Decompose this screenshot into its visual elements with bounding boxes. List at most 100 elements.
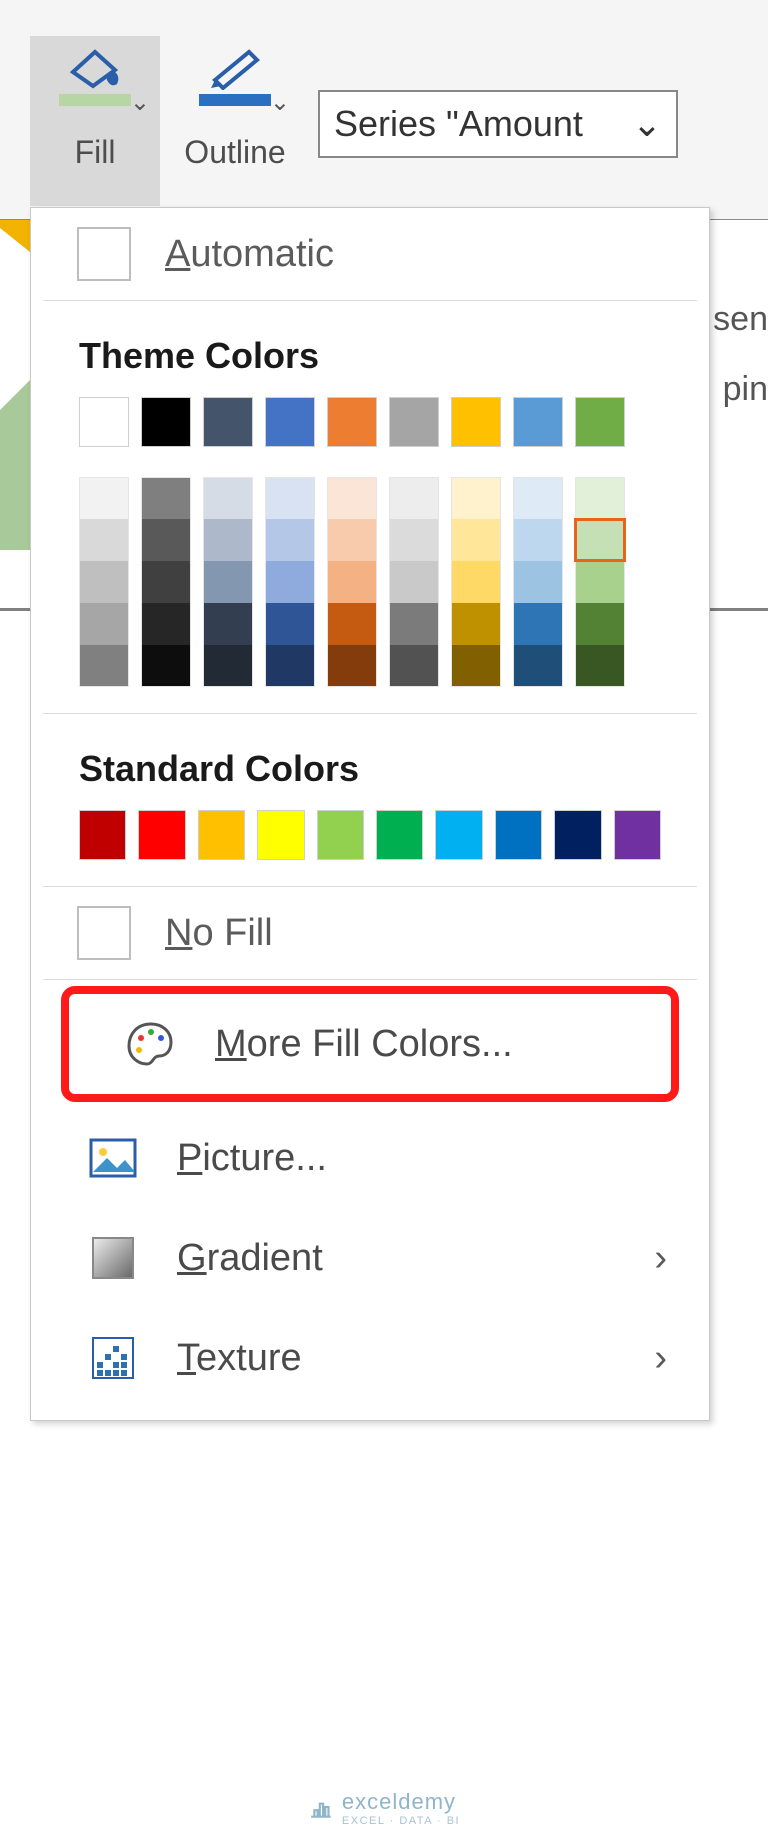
theme-tint-swatch[interactable] [203,645,253,687]
outline-label: Outline [184,134,285,171]
gradient-icon [87,1232,139,1284]
texture-option[interactable]: Texture › [31,1308,709,1408]
theme-tint-swatch[interactable] [265,603,315,645]
no-fill-label: No Fill [165,912,273,955]
theme-tint-swatch[interactable] [141,561,191,603]
outline-button[interactable]: ⌄ Outline [170,36,300,206]
standard-color-swatch[interactable] [554,810,601,860]
separator [43,979,697,980]
standard-color-swatch[interactable] [376,810,423,860]
theme-tint-swatch[interactable] [265,645,315,687]
theme-tint-swatch[interactable] [141,645,191,687]
standard-color-swatch[interactable] [614,810,661,860]
chart-element-value: Series "Amount [334,103,583,145]
fill-dropdown: Automatic Theme Colors Standard Colors N… [30,207,710,1421]
chart-element-select[interactable]: Series "Amount ⌄ [318,90,678,158]
theme-tint-swatch[interactable] [265,561,315,603]
palette-icon [125,1018,177,1070]
theme-color-swatch[interactable] [575,397,625,447]
theme-tint-swatch[interactable] [327,477,377,519]
no-fill-option[interactable]: No Fill [31,887,709,979]
standard-color-swatch[interactable] [257,810,304,860]
theme-color-swatch[interactable] [513,397,563,447]
outline-pen-icon [199,46,271,106]
theme-tint-swatch[interactable] [203,477,253,519]
theme-tint-swatch[interactable] [575,561,625,603]
theme-tint-swatch[interactable] [327,603,377,645]
theme-tint-swatch[interactable] [389,561,439,603]
theme-color-swatch[interactable] [327,397,377,447]
gradient-option[interactable]: Gradient › [31,1208,709,1308]
theme-color-swatch[interactable] [79,397,129,447]
texture-icon [87,1332,139,1384]
standard-color-swatch[interactable] [495,810,542,860]
theme-tint-swatch[interactable] [265,477,315,519]
theme-tint-swatch[interactable] [575,645,625,687]
theme-tint-swatch[interactable] [575,603,625,645]
theme-tint-swatch[interactable] [389,645,439,687]
theme-tint-swatch[interactable] [203,603,253,645]
bg-text-1: sen [713,300,768,339]
theme-tint-swatch[interactable] [451,477,501,519]
theme-tint-swatch[interactable] [575,477,625,519]
standard-color-swatch[interactable] [435,810,482,860]
fill-bucket-icon [59,46,131,106]
theme-tint-swatch[interactable] [79,561,129,603]
no-fill-swatch [77,906,131,960]
theme-tint-swatch[interactable] [513,519,563,561]
picture-option[interactable]: Picture... [31,1108,709,1208]
theme-tint-swatch[interactable] [389,519,439,561]
standard-color-swatch[interactable] [317,810,364,860]
picture-label: Picture... [177,1137,327,1180]
theme-tint-swatch[interactable] [265,519,315,561]
theme-tint-swatch[interactable] [79,519,129,561]
theme-tint-swatch[interactable] [451,561,501,603]
theme-tint-swatch[interactable] [451,645,501,687]
theme-tint-swatch[interactable] [575,519,625,561]
theme-color-swatch[interactable] [265,397,315,447]
theme-tint-swatch[interactable] [451,519,501,561]
bg-text-2: pin [723,370,768,409]
theme-tint-swatch[interactable] [79,477,129,519]
automatic-option[interactable]: Automatic [31,208,709,300]
more-fill-colors-option[interactable]: More Fill Colors... [69,994,671,1094]
theme-tint-swatch[interactable] [389,603,439,645]
theme-tint-swatch[interactable] [79,603,129,645]
automatic-swatch [77,227,131,281]
standard-color-swatch[interactable] [79,810,126,860]
standard-colors-row [31,810,709,860]
theme-tint-swatch[interactable] [203,561,253,603]
theme-tint-swatch[interactable] [79,645,129,687]
chevron-right-icon: › [654,1237,667,1280]
theme-tint-swatch[interactable] [141,519,191,561]
picture-icon [87,1132,139,1184]
theme-tint-swatch[interactable] [513,561,563,603]
theme-tint-swatch[interactable] [513,645,563,687]
theme-tints-grid [31,477,709,713]
standard-color-swatch[interactable] [198,810,245,860]
theme-tint-swatch[interactable] [327,561,377,603]
theme-color-swatch[interactable] [451,397,501,447]
theme-tint-swatch[interactable] [203,519,253,561]
theme-tint-swatch[interactable] [389,477,439,519]
theme-tint-swatch[interactable] [513,477,563,519]
theme-tint-swatch[interactable] [327,645,377,687]
theme-color-swatch[interactable] [389,397,439,447]
theme-tint-swatch[interactable] [513,603,563,645]
watermark: exceldemy EXCEL · DATA · BI [308,1789,460,1827]
theme-color-swatch[interactable] [141,397,191,447]
highlight-more-colors: More Fill Colors... [61,986,679,1102]
standard-colors-title: Standard Colors [31,714,709,810]
standard-color-swatch[interactable] [138,810,185,860]
fill-button[interactable]: ⌄ Fill [30,36,160,206]
more-fill-colors-label: More Fill Colors... [215,1023,513,1066]
theme-tint-swatch[interactable] [141,477,191,519]
theme-color-swatch[interactable] [203,397,253,447]
chevron-down-icon: ⌄ [632,103,662,145]
fill-label: Fill [75,134,116,171]
gradient-label: Gradient [177,1237,323,1280]
theme-tint-swatch[interactable] [141,603,191,645]
theme-tint-swatch[interactable] [451,603,501,645]
theme-tint-swatch[interactable] [327,519,377,561]
chevron-right-icon: › [654,1337,667,1380]
